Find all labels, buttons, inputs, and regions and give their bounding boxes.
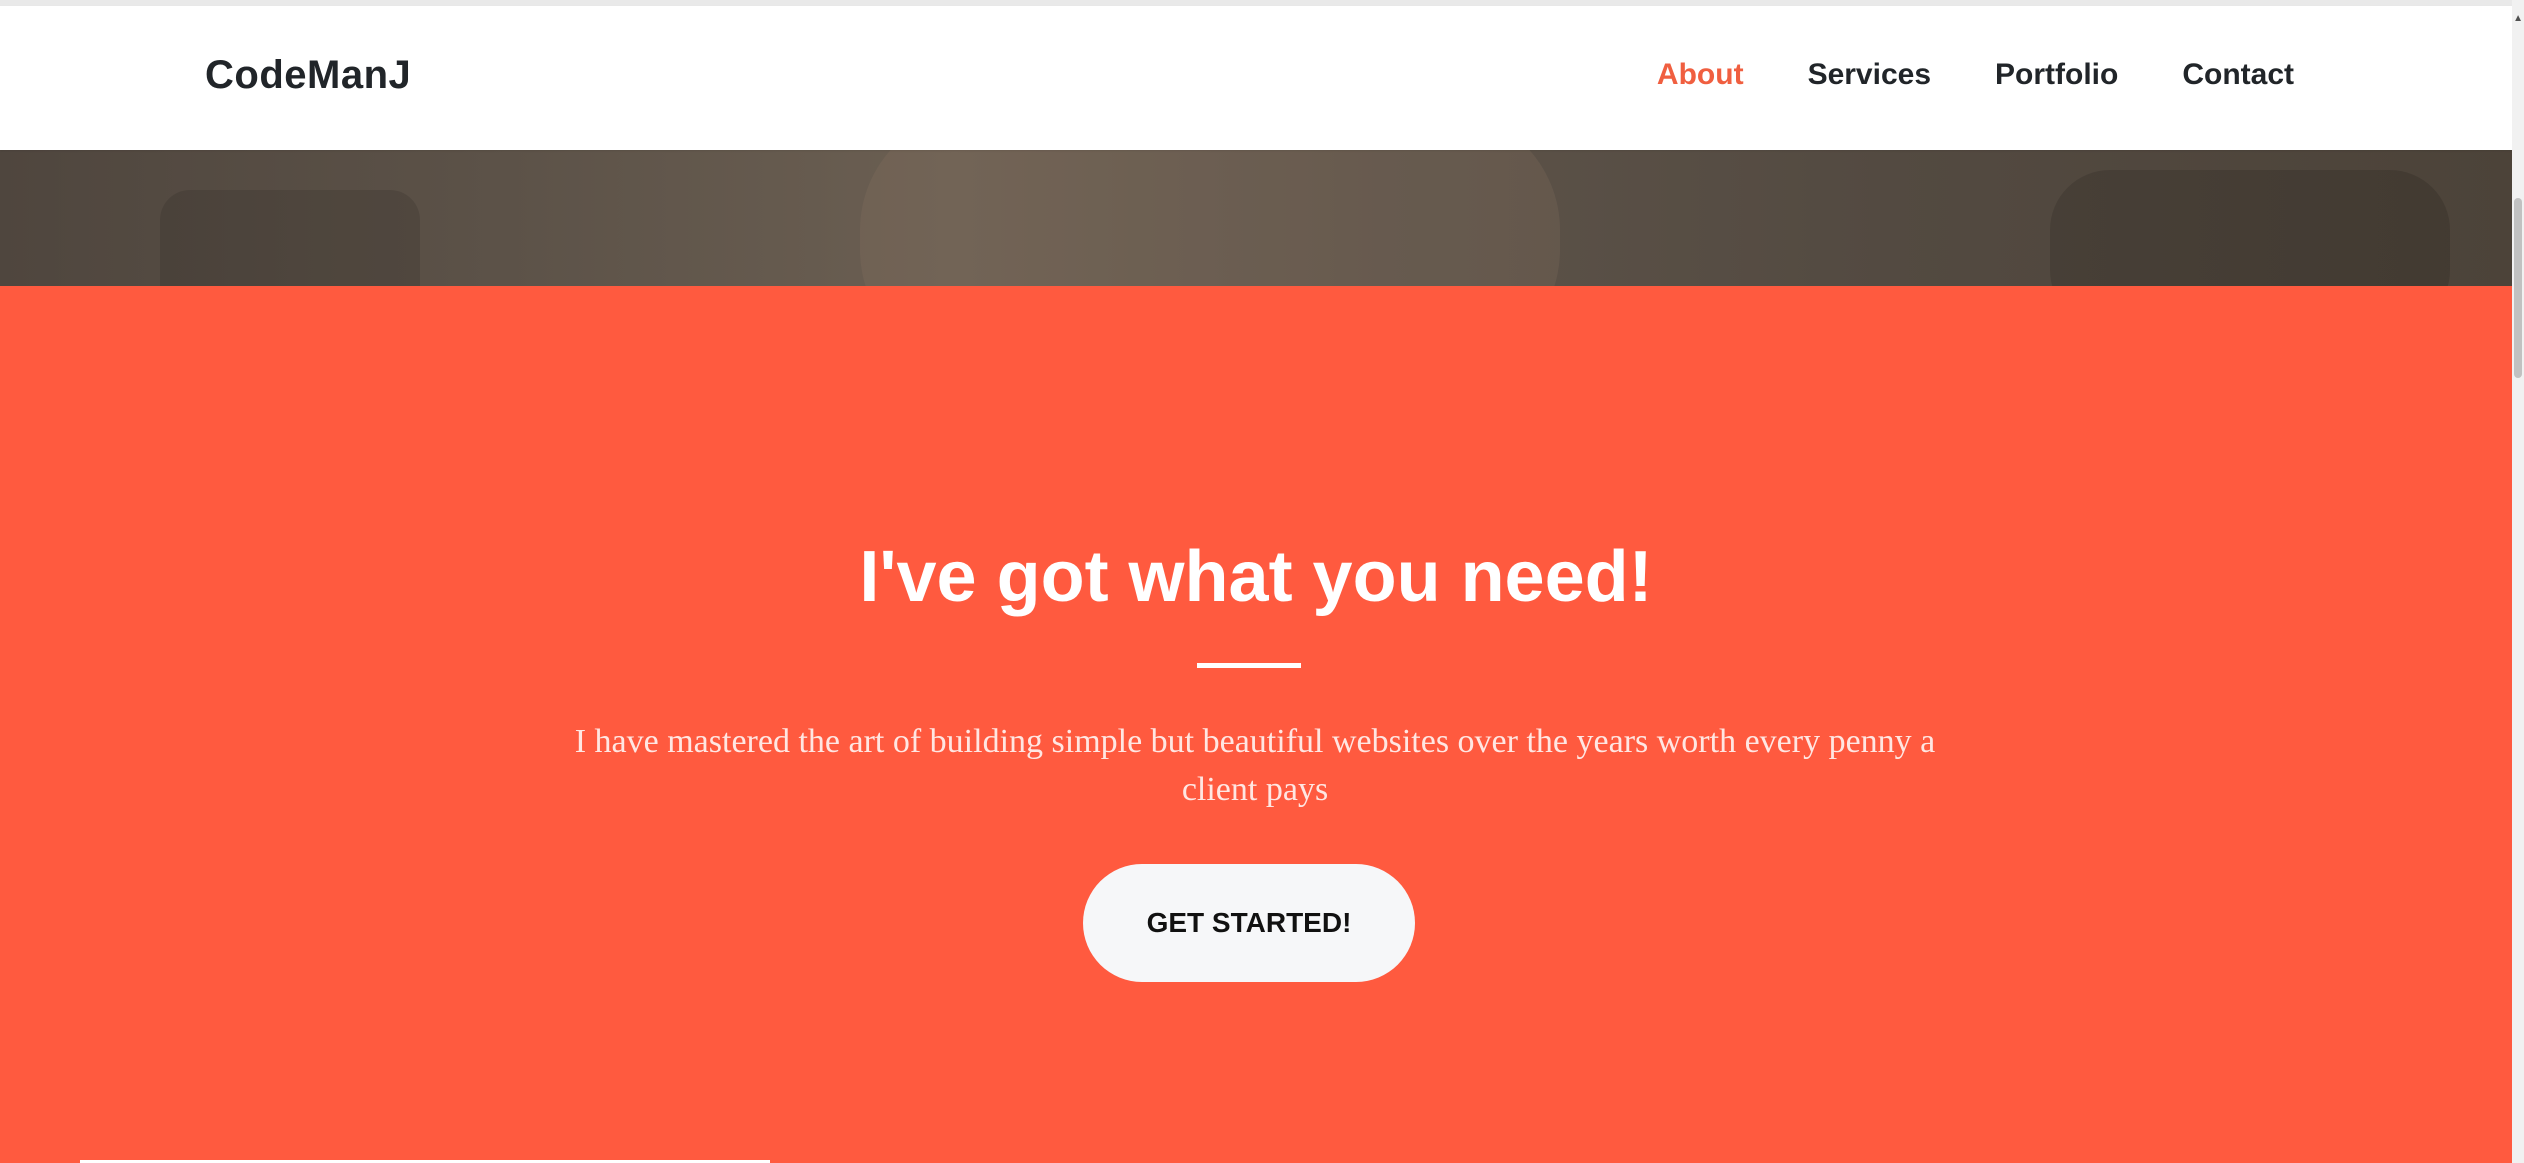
nav-link-portfolio[interactable]: Portfolio [1995, 58, 2118, 92]
hero-image-shape [160, 190, 420, 286]
heading-divider [1197, 663, 1301, 668]
brand-logo[interactable]: CodeManJ [205, 53, 411, 98]
vertical-scrollbar[interactable]: ▲ [2512, 0, 2524, 1163]
navbar: CodeManJ About Services Portfolio Contac… [0, 6, 2512, 150]
scrollbar-thumb[interactable] [2514, 198, 2522, 378]
hero-background-image [0, 150, 2512, 286]
about-lead-text: I have mastered the art of building simp… [574, 723, 1936, 808]
page: CodeManJ About Services Portfolio Contac… [0, 0, 2512, 1163]
about-heading: I've got what you need! [859, 537, 1653, 617]
nav-link-contact[interactable]: Contact [2182, 58, 2294, 92]
triangle-up-icon[interactable]: ▲ [2513, 14, 2523, 24]
nav-link-services[interactable]: Services [1808, 58, 1931, 92]
nav-link-about[interactable]: About [1657, 58, 1744, 92]
hero-image-shape [860, 150, 1560, 286]
nav-links: About Services Portfolio Contact [1657, 58, 2294, 92]
hero-image-shape [2050, 170, 2450, 286]
about-section: I've got what you need! I have mastered … [0, 286, 2512, 1163]
get-started-button[interactable]: GET STARTED! [1083, 864, 1415, 982]
